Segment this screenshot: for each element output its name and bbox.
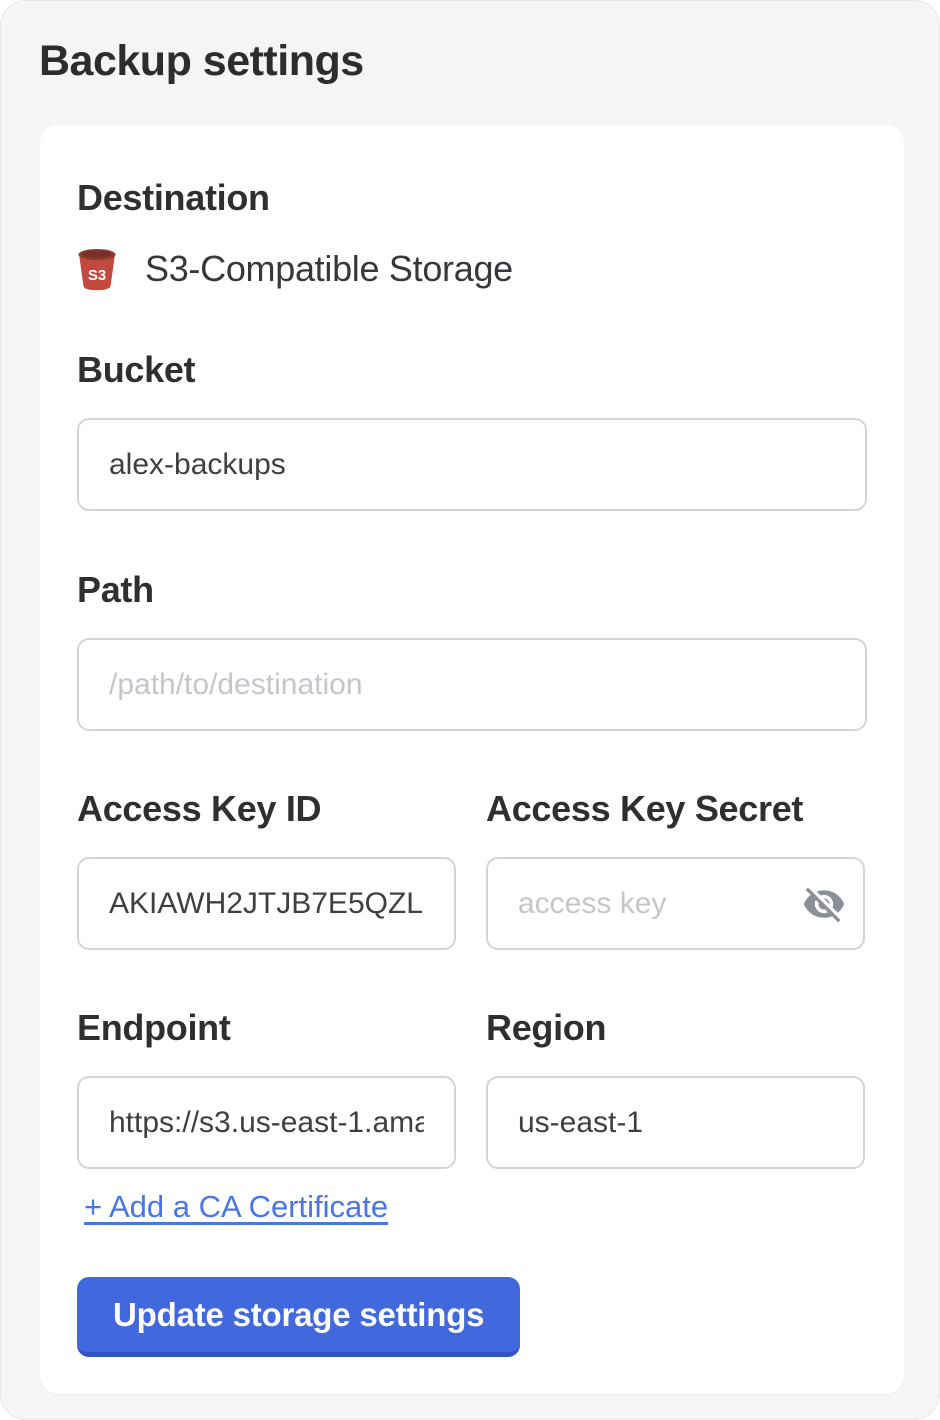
access-key-labels-row: Access Key ID Access Key Secret xyxy=(77,788,867,857)
bucket-label: Bucket xyxy=(77,349,867,391)
endpoint-label: Endpoint xyxy=(77,1007,456,1049)
region-label: Region xyxy=(486,1007,865,1049)
backup-settings-card: Destination S3 S3-Compatible Storage Buc… xyxy=(40,125,904,1394)
s3-bucket-icon: S3 xyxy=(77,247,117,291)
eye-off-icon[interactable] xyxy=(801,881,847,927)
access-key-secret-label: Access Key Secret xyxy=(486,788,865,830)
add-ca-certificate-link[interactable]: + Add a CA Certificate xyxy=(84,1189,388,1225)
endpoint-region-labels-row: Endpoint Region xyxy=(77,1007,867,1076)
access-key-id-input[interactable] xyxy=(77,857,456,950)
update-storage-settings-button[interactable]: Update storage settings xyxy=(77,1277,520,1357)
path-label: Path xyxy=(77,569,867,611)
path-input[interactable] xyxy=(77,638,867,731)
destination-value: S3-Compatible Storage xyxy=(145,248,513,290)
svg-text:S3: S3 xyxy=(88,267,106,284)
page-title: Backup settings xyxy=(39,37,939,86)
access-key-id-label: Access Key ID xyxy=(77,788,456,830)
endpoint-input[interactable] xyxy=(77,1076,456,1169)
access-key-inputs-row xyxy=(77,857,867,950)
backup-settings-page: Backup settings Destination S3 S3-Compat… xyxy=(0,0,940,1420)
bucket-input[interactable] xyxy=(77,418,867,511)
destination-row: S3 S3-Compatible Storage xyxy=(77,247,867,291)
region-input[interactable] xyxy=(486,1076,865,1169)
endpoint-region-inputs-row xyxy=(77,1076,867,1169)
destination-label: Destination xyxy=(77,177,867,219)
